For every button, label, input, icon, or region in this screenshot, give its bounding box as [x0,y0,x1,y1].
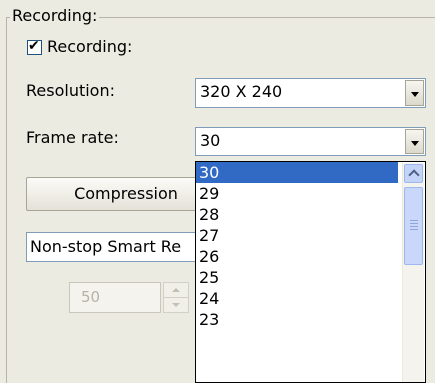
spinner-down-icon [164,298,188,313]
spinner-buttons [163,282,189,313]
resolution-value: 320 X 240 [200,82,283,101]
frame-rate-option[interactable]: 29 [196,183,398,204]
frame-rate-dropdown-button[interactable] [405,129,424,154]
value-spinner-input: 50 [69,282,161,313]
frame-rate-options: 30 29 28 27 26 25 24 23 [196,162,425,330]
recording-mode-value: Non-stop Smart Re [30,237,182,256]
group-title: Recording: [10,6,100,26]
frame-rate-label: Frame rate: [26,128,119,147]
grip-line [410,220,418,221]
frame-rate-option[interactable]: 24 [196,288,398,309]
frame-rate-option[interactable]: 28 [196,204,398,225]
spinner-value: 50 [81,288,101,306]
frame-rate-dropdown-list[interactable]: 30 29 28 27 26 25 24 23 [195,161,426,383]
recording-checkbox-label[interactable]: Recording: [47,37,132,57]
frame-rate-option[interactable]: 30 [196,162,398,183]
chevron-down-icon [411,92,419,97]
resolution-select[interactable]: 320 X 240 [195,78,426,108]
dropdown-scrollbar[interactable] [402,163,424,382]
resolution-dropdown-button[interactable] [405,80,424,106]
grip-line [410,223,418,224]
frame-rate-option[interactable]: 27 [196,225,398,246]
scroll-up-icon[interactable] [404,164,423,183]
recording-checkbox[interactable]: ✔ [27,38,42,55]
frame-rate-value: 30 [200,131,221,150]
checkmark-icon: ✔ [28,38,40,54]
grip-line [410,226,418,227]
frame-rate-select[interactable]: 30 [195,127,426,156]
chevron-down-icon [411,141,419,146]
scrollbar-thumb[interactable] [404,187,423,265]
grip-line [410,229,418,230]
frame-rate-option[interactable]: 26 [196,246,398,267]
spinner-up-icon [164,283,188,298]
frame-rate-option[interactable]: 25 [196,267,398,288]
frame-rate-option[interactable]: 23 [196,309,398,330]
resolution-label: Resolution: [26,81,115,100]
